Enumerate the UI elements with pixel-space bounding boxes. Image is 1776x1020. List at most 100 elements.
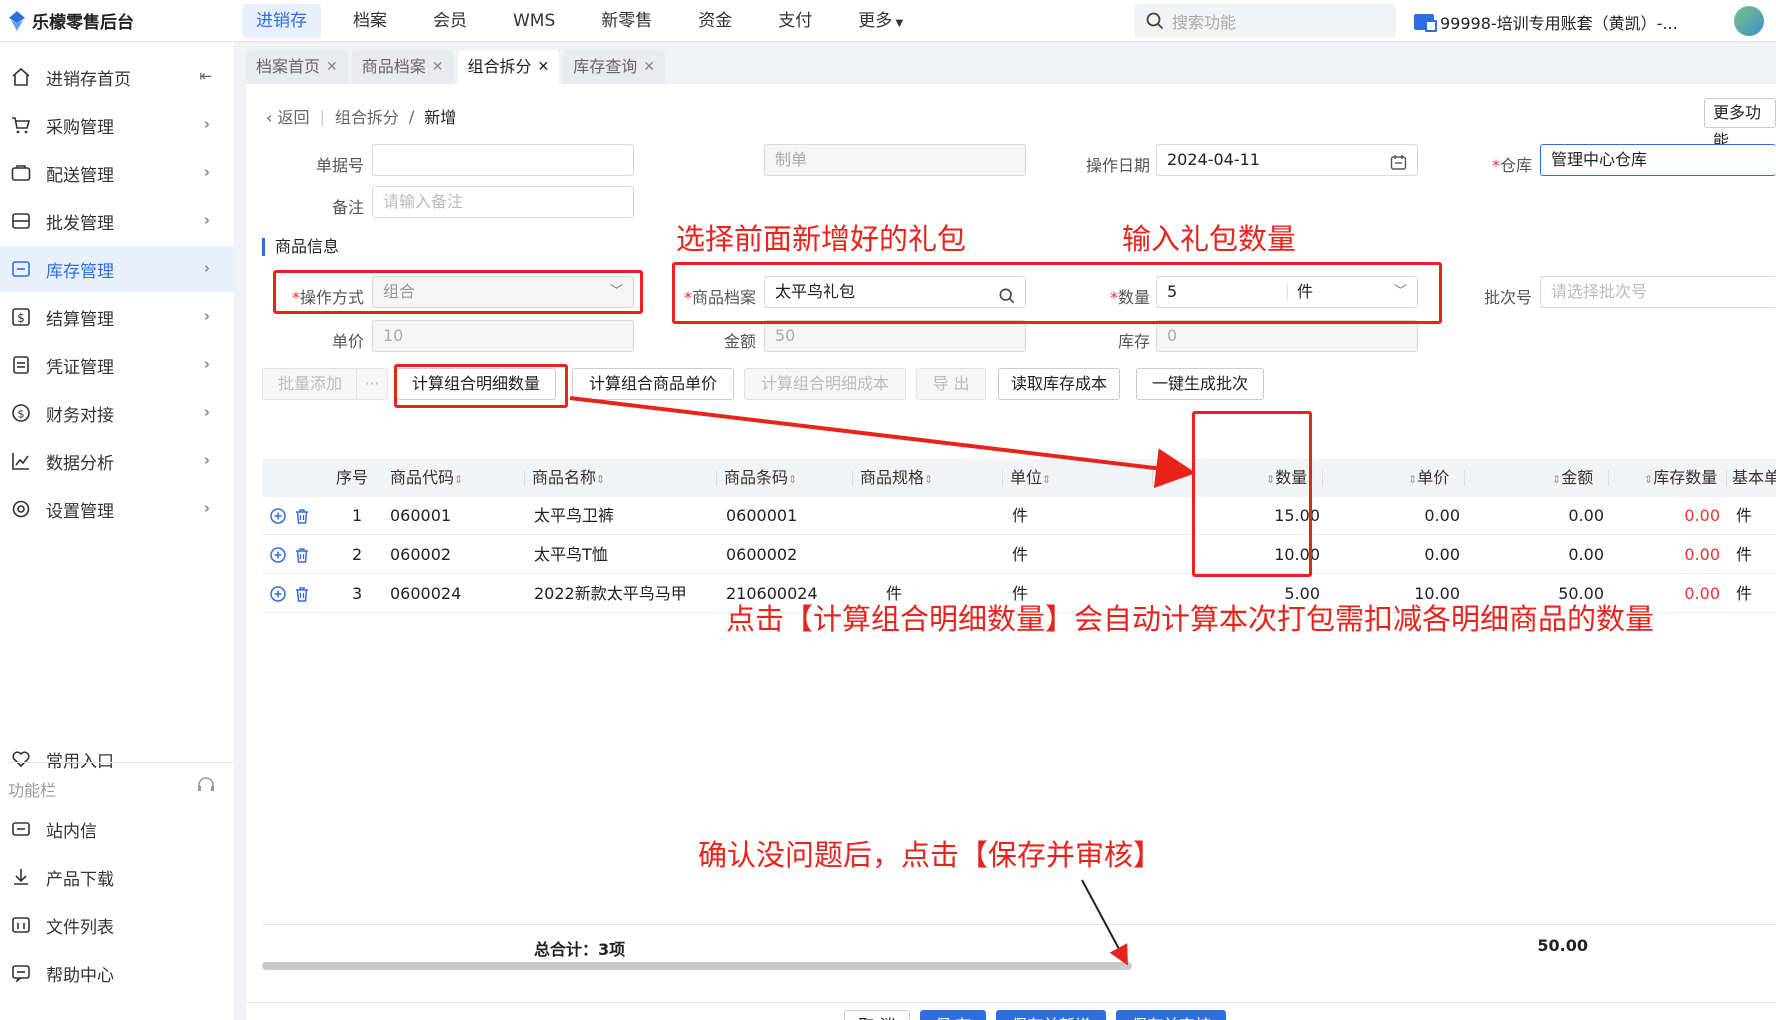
annotation-confirm-note: 确认没问题后，点击【保存并审核】	[698, 838, 1163, 872]
th-name[interactable]: 商品名称⇕	[532, 459, 605, 497]
th-spec[interactable]: 商品规格⇕	[860, 459, 933, 497]
sidebar-item-analytics[interactable]: 数据分析 ›	[0, 438, 234, 484]
status-field: 制单	[764, 144, 1026, 176]
more-actions-button[interactable]: ···	[356, 368, 388, 400]
amount-label: 金额	[723, 332, 756, 351]
cell-name: 太平鸟卫裤	[534, 506, 615, 525]
breadcrumb-sep: /	[408, 106, 415, 126]
chevron-right-icon: ›	[204, 307, 210, 325]
calendar-icon[interactable]	[1390, 151, 1407, 181]
doc-no-label: 单据号	[315, 156, 364, 175]
export-button[interactable]: 导 出	[916, 368, 986, 400]
cell-no: 3	[352, 584, 363, 603]
sidebar-item-help[interactable]: 帮助中心	[0, 950, 234, 996]
file-icon	[10, 914, 32, 936]
th-unit[interactable]: 单位⇕	[1010, 459, 1051, 497]
delete-row-icon[interactable]	[294, 547, 310, 563]
read-stock-cost-button[interactable]: 读取库存成本	[998, 368, 1120, 400]
th-base-unit: 基本单	[1732, 468, 1776, 487]
column-divider	[1608, 470, 1609, 486]
delete-row-icon[interactable]	[294, 586, 310, 602]
sidebar-item-delivery[interactable]: 配送管理 ›	[0, 150, 234, 196]
sidebar-item-home[interactable]: 进销存首页 ⇤	[0, 54, 234, 100]
avatar[interactable]	[1734, 6, 1764, 36]
tab-stock-query[interactable]: 库存查询 ✕	[563, 50, 665, 84]
nav-inventory[interactable]: 进销存	[242, 4, 321, 38]
save-and-new-button[interactable]: 保存并新增	[996, 1010, 1106, 1020]
horizontal-scrollbar[interactable]	[262, 962, 1132, 970]
sidebar-item-inventory[interactable]: 库存管理 ›	[0, 246, 234, 292]
sidebar-item-label: 文件列表	[46, 917, 114, 938]
sidebar-item-label: 进销存首页	[46, 69, 131, 90]
add-row-icon[interactable]	[270, 586, 286, 602]
nav-funds[interactable]: 资金	[684, 4, 746, 38]
th-code[interactable]: 商品代码⇕	[390, 459, 463, 497]
add-row-icon[interactable]	[270, 508, 286, 524]
warehouse-select[interactable]: 管理中心仓库	[1540, 144, 1776, 176]
close-icon[interactable]: ✕	[538, 50, 550, 84]
sidebar-item-wholesale[interactable]: 批发管理 ›	[0, 198, 234, 244]
doc-no-field[interactable]	[372, 144, 634, 176]
account-switcher[interactable]: 99998-培训专用账套（黄凯）-...	[1414, 10, 1678, 34]
add-row-icon[interactable]	[270, 547, 286, 563]
tab-archive-home[interactable]: 档案首页 ✕	[246, 50, 348, 84]
sidebar-item-download[interactable]: 产品下载	[0, 854, 234, 900]
total-amount: 50.00	[1537, 936, 1588, 955]
tab-product-archive[interactable]: 商品档案 ✕	[351, 50, 454, 84]
sidebar-item-settlement[interactable]: $ 结算管理 ›	[0, 294, 234, 340]
delete-row-icon[interactable]	[294, 508, 310, 524]
th-amount[interactable]: ⇕金额	[1552, 459, 1593, 497]
gen-batch-button[interactable]: 一键生成批次	[1136, 368, 1264, 400]
save-button[interactable]: 保 存	[920, 1010, 986, 1020]
close-icon[interactable]: ✕	[432, 50, 444, 84]
sidebar-item-purchase[interactable]: 采购管理 ›	[0, 102, 234, 148]
th-barcode[interactable]: 商品条码⇕	[724, 459, 797, 497]
sidebar-item-finance[interactable]: $ 财务对接 ›	[0, 390, 234, 436]
tab-combo-split[interactable]: 组合拆分 ✕	[457, 50, 560, 84]
sidebar-item-settings[interactable]: 设置管理 ›	[0, 486, 234, 532]
more-functions-button[interactable]: 更多功能	[1704, 98, 1776, 150]
cart-icon	[10, 114, 32, 136]
close-icon[interactable]: ✕	[643, 50, 655, 84]
cell-price: 0.00	[1424, 545, 1460, 564]
table-row[interactable]: 1 060001 太平鸟卫裤 0600001 件 15.00 0.00 0.00…	[262, 497, 1776, 535]
search-input[interactable]: 搜索功能	[1134, 4, 1396, 38]
nav-payment[interactable]: 支付	[764, 4, 826, 38]
help-icon	[10, 962, 32, 984]
calc-combo-cost-button[interactable]: 计算组合明细成本	[744, 368, 906, 400]
price-label: 单价	[331, 332, 364, 351]
remark-placeholder: 请输入备注	[383, 192, 464, 211]
close-icon[interactable]: ✕	[326, 50, 338, 84]
th-price[interactable]: ⇕单价	[1408, 459, 1449, 497]
th-stock[interactable]: ⇕库存数量	[1644, 459, 1717, 497]
cancel-button[interactable]: 取 消	[844, 1010, 910, 1020]
save-and-audit-button[interactable]: 保存并审核	[1116, 1010, 1226, 1020]
th-barcode-label: 商品条码	[724, 468, 789, 487]
chevron-right-icon: ›	[204, 403, 210, 421]
nav-wms[interactable]: WMS	[499, 4, 569, 38]
back-link[interactable]: ‹ 返回	[266, 104, 310, 128]
chevron-right-icon: ›	[204, 355, 210, 373]
stock-field: 0	[1156, 320, 1418, 352]
batch-add-button[interactable]: 批量添加	[262, 368, 358, 400]
cell-base-unit: 件	[1736, 584, 1753, 603]
sidebar-item-label: 财务对接	[46, 405, 114, 426]
remark-field[interactable]: 请输入备注	[372, 186, 634, 218]
headset-icon[interactable]	[196, 775, 216, 799]
nav-archive[interactable]: 档案	[339, 4, 401, 38]
app-logo[interactable]: 乐檬零售后台	[8, 8, 134, 33]
breadcrumb-parent[interactable]: 组合拆分	[335, 104, 399, 128]
cell-base-unit: 件	[1736, 545, 1753, 564]
sidebar-item-files[interactable]: 文件列表	[0, 902, 234, 948]
nav-member[interactable]: 会员	[419, 4, 481, 38]
nav-more[interactable]: 更多 ▼	[844, 4, 917, 38]
sidebar-item-voucher[interactable]: 凭证管理 ›	[0, 342, 234, 388]
calc-combo-price-button[interactable]: 计算组合商品单价	[572, 368, 734, 400]
sidebar-item-messages[interactable]: 站内信	[0, 806, 234, 852]
batch-field[interactable]: 请选择批次号	[1540, 276, 1776, 308]
nav-new-retail[interactable]: 新零售	[587, 4, 666, 38]
table-row[interactable]: 2 060002 太平鸟T恤 0600002 件 10.00 0.00 0.00…	[262, 536, 1776, 574]
collapse-sidebar-icon[interactable]: ⇤	[199, 67, 212, 85]
column-divider	[1002, 470, 1003, 486]
date-field[interactable]: 2024-04-11	[1156, 144, 1418, 176]
